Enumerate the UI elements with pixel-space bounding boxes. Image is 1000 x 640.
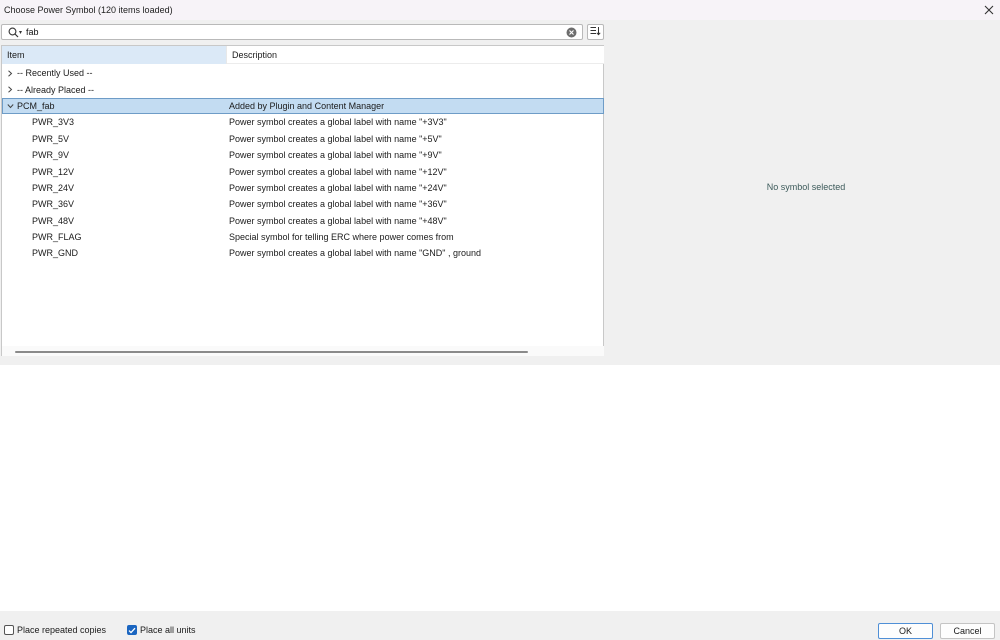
place-repeated-copies-label: Place repeated copies [17, 625, 107, 635]
column-header-item[interactable]: Item [2, 46, 226, 64]
preview-message: No symbol selected [766, 181, 846, 192]
tree-group-already-placed[interactable]: -- Already Placed -- [2, 81, 604, 97]
tree-item-pwr-3v3[interactable]: PWR_3V3 Power symbol creates a global la… [2, 114, 604, 130]
tree-item-description: Power symbol creates a global label with… [229, 117, 447, 128]
checkbox-unchecked-icon[interactable] [4, 625, 14, 635]
tree-item-description: Power symbol creates a global label with… [229, 248, 482, 259]
symbol-tree[interactable]: Item Description -- Recently Used -- -- … [1, 45, 604, 358]
tree-header: Item Description [2, 46, 604, 64]
close-icon[interactable] [978, 0, 1000, 20]
tree-item-pwr-flag[interactable]: PWR_FLAG Special symbol for telling ERC … [2, 229, 604, 245]
chevron-right-icon[interactable] [3, 70, 17, 77]
tree-item-label: PWR_48V [32, 215, 75, 226]
tree-item-pwr-9v[interactable]: PWR_9V Power symbol creates a global lab… [2, 147, 604, 163]
tree-item-description: Power symbol creates a global label with… [229, 182, 447, 193]
tree-item-description: Power symbol creates a global label with… [229, 150, 442, 161]
tree-item-label: PCM_fab [17, 100, 55, 111]
footprint-preview-pane [0, 365, 1000, 611]
tree-group-pcm-fab[interactable]: PCM_fab Added by Plugin and Content Mana… [2, 97, 604, 115]
tree-item-pwr-36v[interactable]: PWR_36V Power symbol creates a global la… [2, 196, 604, 212]
tree-item-description: Special symbol for telling ERC where pow… [229, 232, 454, 243]
window-title: Choose Power Symbol (120 items loaded) [4, 5, 173, 15]
title-bar: Choose Power Symbol (120 items loaded) [0, 0, 1000, 20]
tree-item-pwr-24v[interactable]: PWR_24V Power symbol creates a global la… [2, 180, 604, 196]
checkbox-checked-icon[interactable] [127, 625, 137, 635]
tree-item-label: PWR_FLAG [32, 232, 82, 243]
pane-splitter[interactable] [0, 356, 1000, 365]
tree-item-pwr-5v[interactable]: PWR_5V Power symbol creates a global lab… [2, 131, 604, 147]
tree-item-description: Power symbol creates a global label with… [229, 199, 447, 210]
dialog-footer: Place repeated copies Place all units OK… [0, 611, 1000, 640]
column-header-description[interactable]: Description [226, 46, 604, 64]
symbol-preview-pane: No symbol selected [612, 20, 1000, 356]
tree-item-label: PWR_36V [32, 199, 75, 210]
sort-icon [590, 26, 601, 38]
tree-rows: -- Recently Used -- -- Already Placed --… [2, 65, 604, 262]
search-input[interactable] [26, 26, 564, 38]
tree-item-label: PWR_9V [32, 150, 70, 161]
place-repeated-copies-checkbox[interactable]: Place repeated copies [4, 625, 106, 635]
tree-item-description: Added by Plugin and Content Manager [229, 100, 385, 111]
tree-item-label: PWR_24V [32, 182, 75, 193]
tree-item-pwr-48v[interactable]: PWR_48V Power symbol creates a global la… [2, 213, 604, 229]
tree-item-label: PWR_12V [32, 166, 75, 177]
ok-button[interactable]: OK [878, 623, 933, 639]
tree-item-pwr-12v[interactable]: PWR_12V Power symbol creates a global la… [2, 163, 604, 179]
tree-item-pwr-gnd[interactable]: PWR_GND Power symbol creates a global la… [2, 245, 604, 261]
tree-item-label: PWR_5V [32, 133, 70, 144]
tree-item-label: PWR_GND [32, 248, 79, 259]
search-field[interactable]: ▾ [1, 24, 583, 40]
place-all-units-label: Place all units [140, 625, 196, 635]
tree-item-description: Power symbol creates a global label with… [229, 133, 442, 144]
tree-item-label: -- Recently Used -- [17, 68, 93, 79]
tree-item-label: -- Already Placed -- [17, 84, 95, 95]
tree-item-description: Power symbol creates a global label with… [229, 166, 447, 177]
tree-item-label: PWR_3V3 [32, 117, 75, 128]
scrollbar-thumb[interactable] [15, 351, 528, 353]
tree-item-description: Power symbol creates a global label with… [229, 215, 447, 226]
search-menu-chevron-icon[interactable]: ▾ [19, 29, 22, 36]
sort-button[interactable] [587, 24, 604, 40]
clear-icon[interactable] [564, 25, 578, 39]
place-all-units-checkbox[interactable]: Place all units [127, 625, 196, 635]
tree-group-recently-used[interactable]: -- Recently Used -- [2, 65, 604, 81]
chevron-right-icon[interactable] [3, 86, 17, 93]
chevron-down-icon[interactable] [3, 103, 17, 109]
symbol-list-pane: ▾ Item Description -- Recently Used -- [0, 20, 610, 360]
cancel-button[interactable]: Cancel [940, 623, 995, 639]
